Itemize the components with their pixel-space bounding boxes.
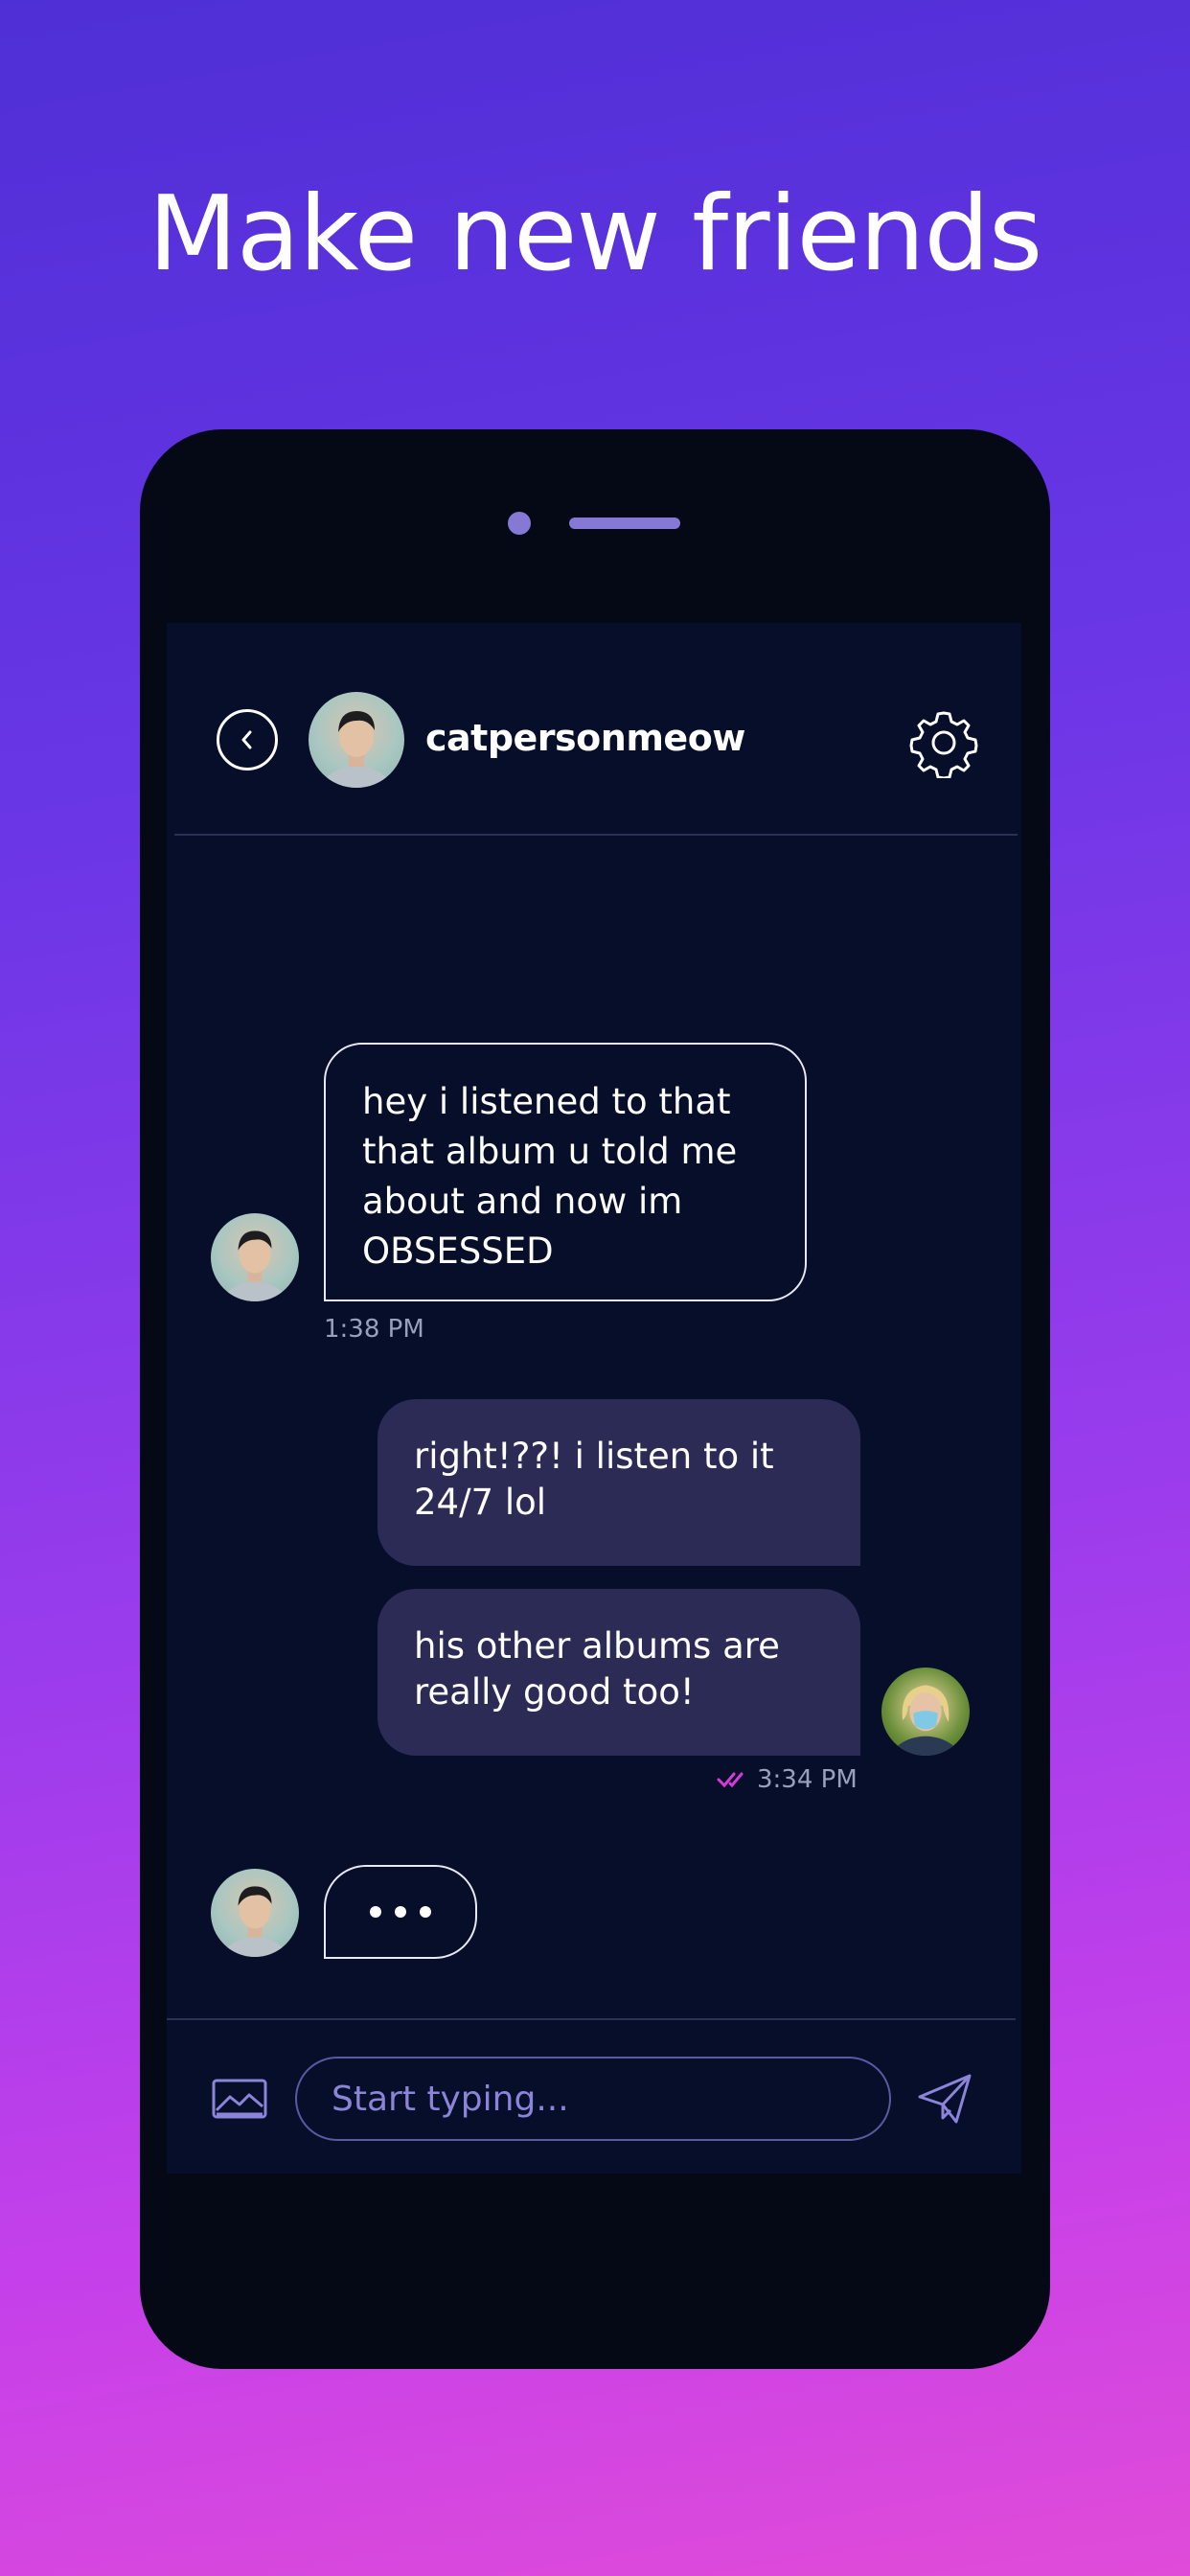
outgoing-message-bubble[interactable]: right!??! i listen to it 24/7 lol [378, 1399, 860, 1566]
send-icon [918, 2074, 972, 2124]
headline: Make new friends [148, 174, 1043, 294]
message-line: about and now im [362, 1181, 683, 1222]
message-line: OBSESSED [362, 1230, 554, 1272]
chat-header: catpersonmeow [167, 623, 1021, 834]
image-icon [212, 2079, 267, 2119]
header-divider [174, 834, 1018, 836]
my-avatar[interactable] [881, 1668, 970, 1756]
typing-indicator [324, 1865, 477, 1959]
phone-mockup: catpersonmeow hey i listened to that tha… [140, 429, 1050, 2369]
message-line: that album u told me [362, 1131, 738, 1172]
speaker-slot [569, 518, 680, 529]
message-input[interactable] [295, 2057, 891, 2141]
message-line: really good too! [414, 1671, 695, 1713]
sender-avatar[interactable] [211, 1213, 299, 1301]
incoming-message-bubble[interactable]: hey i listened to that that album u told… [324, 1043, 807, 1301]
back-button[interactable] [217, 709, 278, 770]
typing-dot [420, 1906, 431, 1918]
outgoing-message-bubble[interactable]: his other albums are really good too! [378, 1589, 860, 1756]
message-line: his other albums are [414, 1625, 780, 1667]
typing-dot [395, 1906, 406, 1918]
send-button[interactable] [914, 2068, 975, 2129]
camera-dot [508, 512, 531, 535]
contact-avatar[interactable] [309, 692, 404, 788]
contact-username[interactable]: catpersonmeow [425, 717, 745, 759]
composer-divider [167, 2018, 1016, 2020]
message-timestamp: 1:38 PM [324, 1315, 424, 1344]
attach-image-button[interactable] [211, 2076, 268, 2122]
settings-button[interactable] [908, 707, 979, 780]
message-timestamp: 3:34 PM [757, 1765, 858, 1794]
message-line: hey i listened to that [362, 1081, 731, 1122]
sender-avatar[interactable] [211, 1869, 299, 1957]
message-line: right!??! i listen to it [414, 1436, 774, 1477]
typing-dot [370, 1906, 381, 1918]
chat-screen: catpersonmeow hey i listened to that tha… [167, 623, 1021, 2174]
double-check-icon [717, 1772, 744, 1788]
gear-icon [909, 711, 978, 780]
chevron-left-icon [241, 730, 252, 749]
message-line: 24/7 lol [414, 1482, 547, 1523]
read-receipt: 3:34 PM [717, 1765, 858, 1794]
